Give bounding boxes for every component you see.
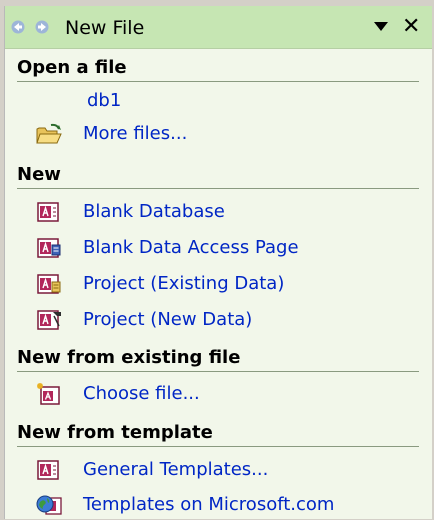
task-pane-title: New File: [65, 17, 145, 39]
section-heading-existing-file: New from existing file: [17, 346, 419, 372]
project-existing-icon: [37, 274, 61, 294]
close-icon[interactable]: ✕: [402, 16, 420, 38]
choose-file-label[interactable]: Choose file...: [83, 382, 200, 406]
forward-arrow-icon[interactable]: [35, 20, 49, 34]
templates-icon: [37, 460, 59, 480]
new-from-existing-icon: [37, 383, 60, 405]
section-heading-open-file: Open a file: [17, 56, 419, 82]
back-arrow-icon[interactable]: [11, 20, 25, 34]
blank-data-access-page-label[interactable]: Blank Data Access Page: [83, 236, 299, 260]
more-files-label[interactable]: More files...: [83, 122, 187, 146]
data-access-page-icon: [37, 238, 61, 258]
blank-database-label[interactable]: Blank Database: [83, 200, 225, 224]
project-new-data-label[interactable]: Project (New Data): [83, 308, 252, 332]
globe-icon: [36, 495, 62, 515]
general-templates-label[interactable]: General Templates...: [83, 458, 268, 482]
access-database-icon: [37, 202, 59, 222]
task-pane: New File ✕ Open a file db1 More files...…: [4, 6, 432, 519]
section-heading-template: New from template: [17, 421, 419, 447]
templates-online-label[interactable]: Templates on Microsoft.com: [83, 493, 334, 517]
task-pane-titlebar: New File ✕: [5, 6, 432, 49]
chevron-down-icon[interactable]: [374, 22, 388, 31]
project-new-icon: [37, 310, 61, 330]
recent-file-label[interactable]: db1: [87, 89, 121, 113]
section-heading-new: New: [17, 163, 419, 189]
open-folder-icon: [36, 123, 62, 144]
project-existing-data-label[interactable]: Project (Existing Data): [83, 272, 284, 296]
